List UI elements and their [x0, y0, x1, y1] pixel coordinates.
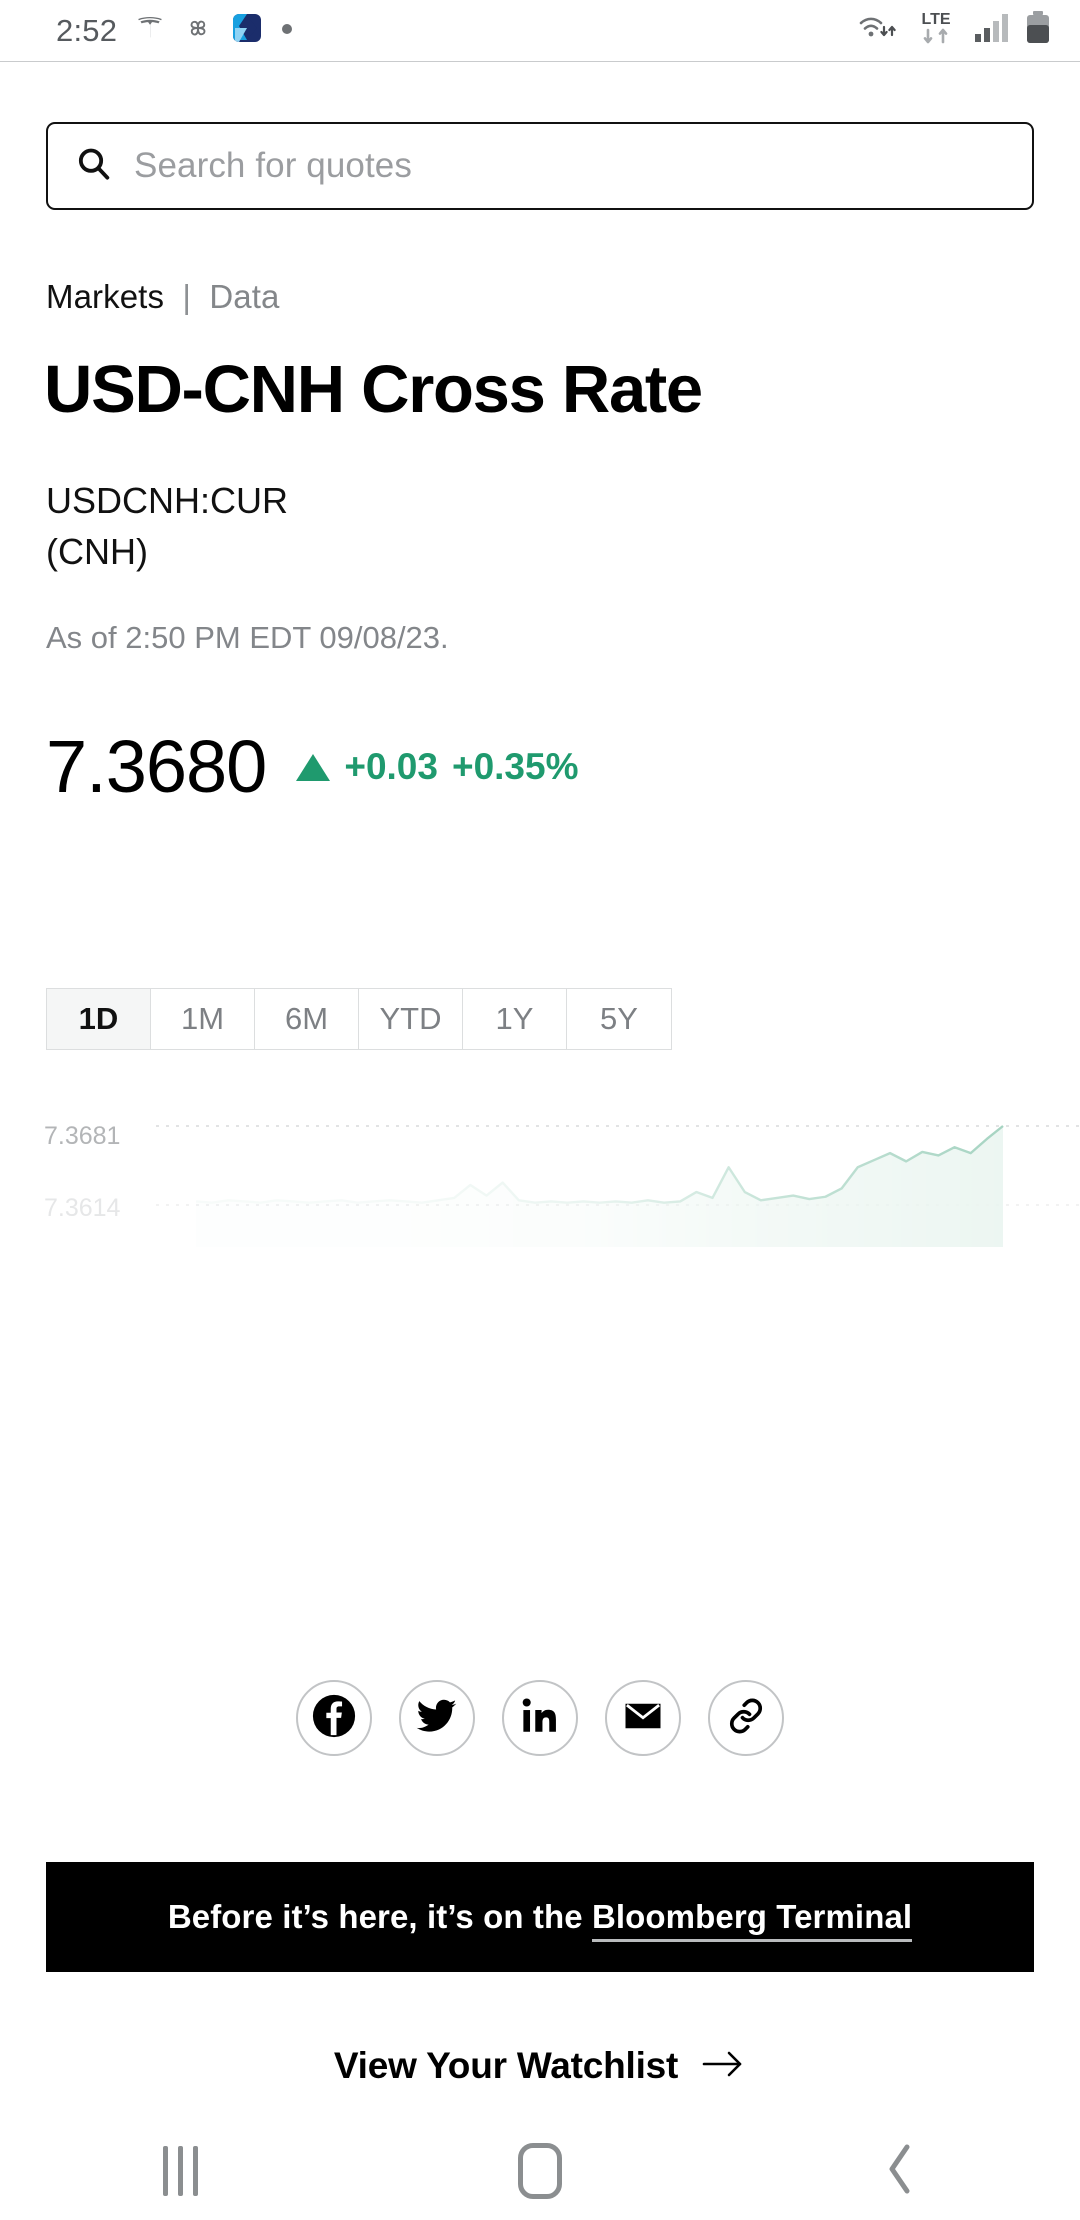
banner-link[interactable]: Bloomberg Terminal [591, 1898, 913, 1942]
share-twitter-button[interactable] [399, 1680, 475, 1756]
range-tab-1y[interactable]: 1Y [463, 989, 567, 1049]
breadcrumb-data[interactable]: Data [209, 278, 279, 315]
tesla-icon [135, 13, 165, 48]
quote-change: +0.03 +0.35% [296, 746, 579, 788]
back-icon [883, 2141, 917, 2202]
dot-icon [281, 22, 293, 40]
back-button[interactable] [820, 2122, 980, 2220]
chart-axis-label-high: 7.3681 [44, 1122, 121, 1150]
twitter-icon [416, 1695, 458, 1742]
quote-change-percent: +0.35% [451, 746, 579, 787]
wifi-icon [857, 10, 899, 51]
share-linkedin-button[interactable] [502, 1680, 578, 1756]
view-watchlist-link[interactable]: View Your Watchlist [0, 2045, 1080, 2087]
android-nav-bar [0, 2122, 1080, 2220]
recents-button[interactable] [100, 2122, 260, 2220]
capitalone-icon [231, 12, 263, 49]
price-chart[interactable] [0, 1100, 1080, 1560]
page-title: USD-CNH Cross Rate [44, 352, 703, 427]
banner-text: Before it’s here, it’s on the Bloomberg … [167, 1898, 913, 1942]
share-facebook-button[interactable] [296, 1680, 372, 1756]
range-tab-1d[interactable]: 1D [47, 989, 151, 1049]
phone-screen: 2:52 LTE Search for quotes Markets | Dat… [0, 0, 1080, 2220]
signal-icon [973, 12, 1011, 49]
ticker-block: USDCNH:CUR (CNH) [46, 475, 288, 577]
home-icon [518, 2143, 562, 2199]
ticker-symbol: USDCNH:CUR [46, 480, 288, 521]
banner-prefix: Before it’s here, it’s on the [167, 1898, 592, 1935]
chart-canvas [156, 1125, 1080, 1247]
link-icon [725, 1695, 767, 1742]
arrow-right-icon [700, 2047, 746, 2086]
share-link-button[interactable] [708, 1680, 784, 1756]
quote-block: 7.3680 +0.03 +0.35% [46, 730, 579, 804]
range-tab-1m[interactable]: 1M [151, 989, 255, 1049]
range-tab-6m[interactable]: 6M [255, 989, 359, 1049]
chart-area-fill [196, 1126, 1003, 1247]
facebook-icon [311, 1693, 357, 1744]
watchlist-label: View Your Watchlist [333, 2045, 679, 2086]
status-bar-left: 2:52 [56, 12, 293, 49]
share-email-button[interactable] [605, 1680, 681, 1756]
home-button[interactable] [460, 2122, 620, 2220]
range-tab-ytd[interactable]: YTD [359, 989, 463, 1049]
status-bar-clock: 2:52 [56, 12, 118, 48]
quote-change-absolute: +0.03 [344, 746, 438, 787]
recents-icon [162, 2146, 198, 2196]
range-tab-5y[interactable]: 5Y [567, 989, 671, 1049]
status-bar-right: LTE [857, 8, 1052, 53]
svg-text:LTE: LTE [921, 11, 950, 28]
search-bar[interactable]: Search for quotes [46, 122, 1034, 210]
quote-price: 7.3680 [46, 725, 267, 808]
breadcrumb: Markets | Data [46, 278, 279, 316]
share-row [0, 1680, 1080, 1756]
lte-icon: LTE [912, 8, 960, 53]
battery-icon [1024, 11, 1052, 50]
status-bar: 2:52 LTE [0, 0, 1080, 62]
chart-axis-label-low: 7.3614 [44, 1194, 121, 1222]
as-of-timestamp: As of 2:50 PM EDT 09/08/23. [46, 620, 449, 655]
pinwheel-icon [183, 13, 213, 48]
linkedin-icon [519, 1695, 561, 1742]
ticker-currency: (CNH) [46, 531, 148, 573]
search-icon [74, 144, 114, 189]
breadcrumb-separator: | [182, 278, 192, 315]
search-input[interactable]: Search for quotes [134, 146, 412, 186]
breadcrumb-markets[interactable]: Markets [46, 278, 164, 315]
terminal-banner[interactable]: Before it’s here, it’s on the Bloomberg … [46, 1862, 1034, 1972]
caret-up-icon [296, 753, 331, 781]
range-tabs[interactable]: 1D 1M 6M YTD 1Y 5Y [46, 988, 672, 1050]
email-icon [622, 1695, 664, 1742]
